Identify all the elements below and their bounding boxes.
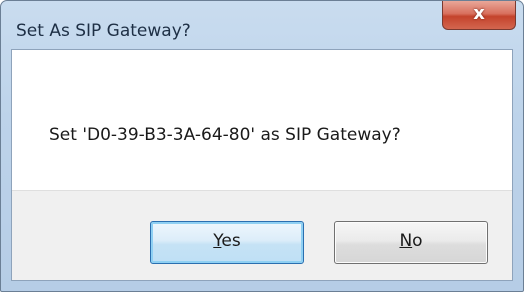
close-icon: x — [473, 3, 485, 24]
no-button-label: No — [399, 222, 422, 261]
title-bar[interactable]: Set As SIP Gateway? x — [1, 1, 523, 49]
dialog-title: Set As SIP Gateway? — [16, 21, 191, 41]
yes-button-label: Yes — [213, 222, 240, 261]
yes-button[interactable]: Yes — [150, 221, 304, 264]
no-label-rest: o — [412, 231, 423, 251]
no-accesskey: N — [399, 231, 413, 251]
close-button[interactable]: x — [442, 1, 516, 30]
dialog-message: Set 'D0-39-B3-3A-64-80' as SIP Gateway? — [49, 125, 401, 145]
message-area: Set 'D0-39-B3-3A-64-80' as SIP Gateway? — [12, 50, 512, 190]
button-area: Yes No — [12, 190, 512, 280]
dialog-window: Set As SIP Gateway? x Set 'D0-39-B3-3A-6… — [0, 0, 524, 292]
yes-label-rest: es — [221, 231, 241, 251]
dialog-body: Set 'D0-39-B3-3A-64-80' as SIP Gateway? … — [11, 49, 513, 281]
no-button[interactable]: No — [334, 221, 488, 264]
